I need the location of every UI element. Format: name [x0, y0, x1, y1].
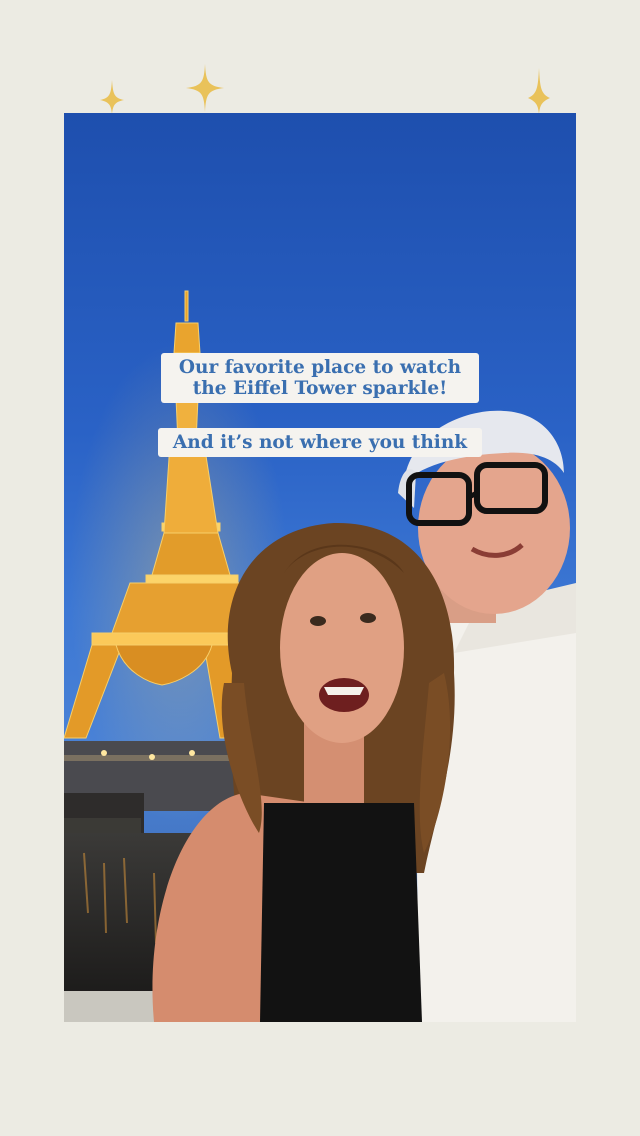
- sparkle-icon: [528, 68, 550, 114]
- caption-line-3: And it’s not where you think: [172, 432, 468, 453]
- caption-box-2: And it’s not where you think: [158, 428, 482, 457]
- caption-top: Our favorite place to watch the Eiffel T…: [64, 353, 576, 403]
- caption-line-2: the Eiffel Tower sparkle!: [192, 378, 448, 399]
- caption-line-1: Our favorite place to watch: [178, 357, 462, 378]
- caption-box-1: Our favorite place to watch the Eiffel T…: [161, 353, 479, 403]
- selfie-photo: [64, 290, 576, 1022]
- caption-bottom: And it’s not where you think: [64, 428, 576, 457]
- sparkle-icon: [100, 80, 124, 114]
- sparkle-icon: [186, 64, 224, 112]
- photo-frame: Our favorite place to watch the Eiffel T…: [64, 113, 576, 1022]
